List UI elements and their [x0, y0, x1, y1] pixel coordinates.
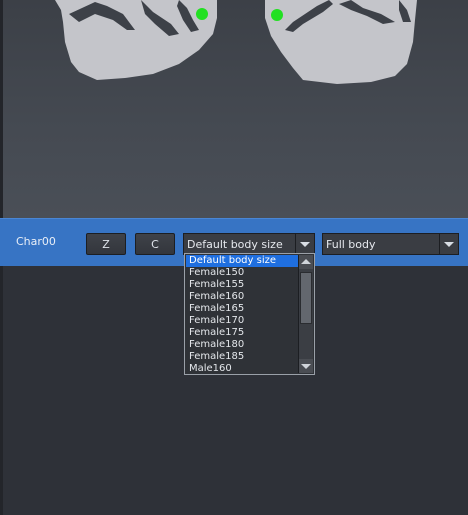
right-joint-marker — [271, 9, 283, 21]
3d-viewport[interactable] — [0, 0, 468, 218]
scroll-down-icon[interactable] — [299, 359, 313, 373]
list-item[interactable]: Female175 — [186, 327, 298, 339]
body-size-dropdown-list[interactable]: Default body size Female150 Female155 Fe… — [184, 253, 315, 375]
list-item[interactable]: Female165 — [186, 303, 298, 315]
list-item[interactable]: Default body size — [186, 255, 298, 267]
body-size-select[interactable]: Default body size — [183, 233, 315, 255]
chevron-down-icon[interactable] — [439, 234, 458, 254]
dropdown-scrollbar[interactable] — [298, 255, 313, 373]
scrollbar-thumb[interactable] — [300, 272, 312, 324]
list-item[interactable]: Female155 — [186, 279, 298, 291]
c-button[interactable]: C — [135, 233, 175, 255]
list-item[interactable]: Male160 — [186, 363, 298, 375]
scroll-up-icon[interactable] — [299, 255, 313, 269]
list-item[interactable]: Female170 — [186, 315, 298, 327]
list-item[interactable]: Female150 — [186, 267, 298, 279]
character-label: Char00 — [16, 235, 56, 248]
left-joint-marker — [196, 8, 208, 20]
body-size-value: Default body size — [187, 238, 283, 251]
view-select[interactable]: Full body — [322, 233, 459, 255]
list-item[interactable]: Female180 — [186, 339, 298, 351]
hand-models — [55, 0, 417, 84]
z-button[interactable]: Z — [86, 233, 126, 255]
chevron-down-icon[interactable] — [295, 234, 314, 254]
list-item[interactable]: Female160 — [186, 291, 298, 303]
list-item[interactable]: Female185 — [186, 351, 298, 363]
view-value: Full body — [326, 238, 376, 251]
